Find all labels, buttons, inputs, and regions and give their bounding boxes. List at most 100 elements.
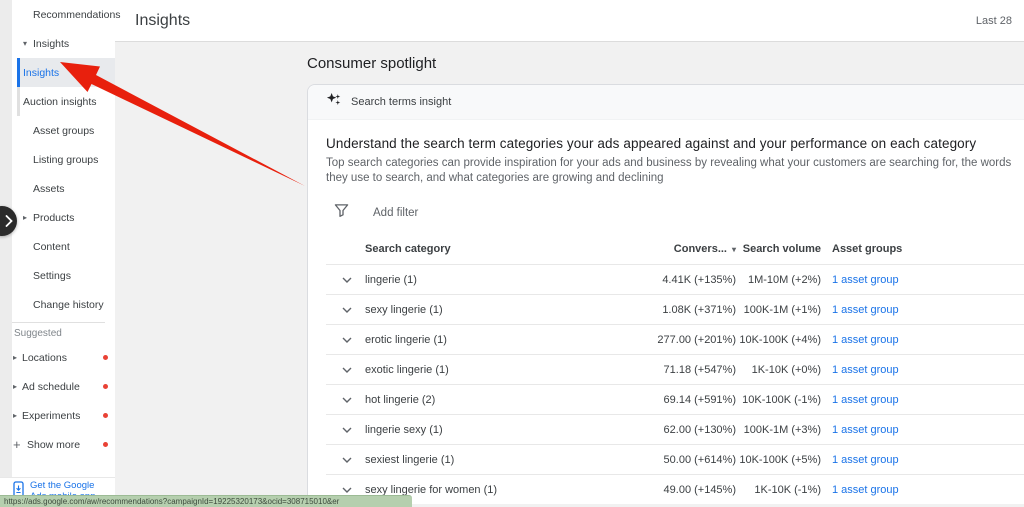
card-description: Top search categories can provide inspir… — [326, 156, 1024, 186]
card-header: Search terms insight — [308, 85, 1024, 120]
chevron-right-icon: ▸ — [13, 411, 22, 420]
expand-row-button[interactable] — [341, 424, 365, 436]
chevron-down-icon — [341, 484, 353, 496]
chevron-right-icon: ▸ — [13, 353, 22, 362]
conversions-cell: 4.41K (+135%) — [635, 274, 736, 286]
conversions-cell: 50.00 (+614%) — [635, 454, 736, 466]
sidebar-item-change-history[interactable]: Change history — [12, 290, 115, 319]
chevron-down-icon — [341, 364, 353, 376]
table-row: hot lingerie (2) 69.14 (+591%) 10K-100K … — [326, 384, 1024, 414]
sidebar-item-label: Auction insights — [23, 96, 97, 108]
search-volume-cell: 10K-100K (-1%) — [736, 394, 821, 406]
sidebar-item-auction-insights[interactable]: Auction insights — [17, 87, 115, 116]
search-category-cell: sexy lingerie (1) — [365, 304, 635, 316]
chevron-right-icon: ▸ — [13, 382, 22, 391]
column-header-search-volume[interactable]: Search volume — [736, 243, 821, 255]
column-header-asset-groups[interactable]: Asset groups — [821, 243, 1024, 255]
expand-row-button[interactable] — [341, 304, 365, 316]
asset-group-link[interactable]: 1 asset group — [832, 364, 899, 376]
sidebar-item-products[interactable]: ▸ Products — [12, 203, 115, 232]
column-header-conversions[interactable]: Convers... ▾ — [635, 243, 736, 255]
search-category-cell: lingerie sexy (1) — [365, 424, 635, 436]
date-range-selector[interactable]: Last 28 — [976, 15, 1012, 27]
search-category-cell: sexiest lingerie (1) — [365, 454, 635, 466]
sidebar-item-label: Content — [33, 241, 70, 253]
chevron-down-icon — [341, 454, 353, 466]
conversions-cell: 277.00 (+201%) — [635, 334, 736, 346]
table-row: sexiest lingerie (1) 50.00 (+614%) 10K-1… — [326, 444, 1024, 474]
navigation-sidebar: Recommendations ▾ Insights Insights Auct… — [12, 0, 115, 507]
chevron-down-icon — [341, 424, 353, 436]
page-header: Insights Last 28 — [115, 0, 1024, 42]
search-volume-cell: 100K-1M (+1%) — [736, 304, 821, 316]
card-badge-label: Search terms insight — [351, 96, 451, 108]
conversions-cell: 69.14 (+591%) — [635, 394, 736, 406]
add-filter-button[interactable]: Add filter — [373, 207, 418, 219]
card-body: Understand the search term categories yo… — [308, 120, 1024, 504]
sidebar-item-assets[interactable]: Assets — [12, 174, 115, 203]
sidebar-item-experiments[interactable]: ▸ Experiments — [12, 401, 115, 430]
sidebar-item-content[interactable]: Content — [12, 232, 115, 261]
notification-dot — [103, 355, 108, 360]
search-volume-cell: 10K-100K (+4%) — [736, 334, 821, 346]
column-header-search-category[interactable]: Search category — [365, 243, 635, 255]
google-ads-app: Recommendations ▾ Insights Insights Auct… — [0, 0, 1024, 507]
filter-bar: Add filter — [326, 200, 1024, 226]
expand-row-button[interactable] — [341, 334, 365, 346]
show-more-button[interactable]: + Show more — [12, 430, 115, 459]
sidebar-item-label: Insights — [23, 67, 59, 79]
expand-row-button[interactable] — [341, 394, 365, 406]
expand-row-button[interactable] — [341, 484, 365, 496]
asset-group-link[interactable]: 1 asset group — [832, 274, 899, 286]
sidebar-item-settings[interactable]: Settings — [12, 261, 115, 290]
sidebar-item-insights[interactable]: Insights — [17, 58, 115, 87]
expand-row-button[interactable] — [341, 274, 365, 286]
search-category-cell: sexy lingerie for women (1) — [365, 484, 635, 496]
card-heading: Understand the search term categories yo… — [326, 136, 1024, 151]
sidebar-item-label: Asset groups — [33, 125, 94, 137]
filter-funnel-icon[interactable] — [334, 203, 349, 223]
table-row: sexy lingerie for women (1) 49.00 (+145%… — [326, 474, 1024, 504]
asset-group-link[interactable]: 1 asset group — [832, 454, 899, 466]
search-volume-cell: 1K-10K (-1%) — [736, 484, 821, 496]
plus-icon: + — [13, 437, 27, 452]
asset-group-link[interactable]: 1 asset group — [832, 304, 899, 316]
content-area: Consumer spotlight Search terms insight … — [115, 42, 1024, 504]
search-category-cell: lingerie (1) — [365, 274, 635, 286]
browser-status-url: https://ads.google.com/aw/recommendation… — [0, 495, 412, 507]
expand-row-button[interactable] — [341, 364, 365, 376]
table-row: sexy lingerie (1) 1.08K (+371%) 100K-1M … — [326, 294, 1024, 324]
sidebar-item-ad-schedule[interactable]: ▸ Ad schedule — [12, 372, 115, 401]
chevron-right-icon: ▸ — [23, 213, 33, 222]
notification-dot — [103, 442, 108, 447]
table-header-row: Search category Convers... ▾ Search volu… — [326, 234, 1024, 264]
sidebar-item-label: Assets — [33, 183, 65, 195]
sidebar-item-recommendations[interactable]: Recommendations — [12, 0, 115, 29]
sidebar-item-label: Insights — [33, 38, 69, 50]
sidebar-item-label: Settings — [33, 270, 71, 282]
chevron-right-icon — [5, 215, 13, 227]
search-terms-insight-card: Search terms insight Understand the sear… — [307, 84, 1024, 504]
chevron-down-icon — [341, 274, 353, 286]
chevron-down-icon — [341, 304, 353, 316]
section-title: Consumer spotlight — [307, 55, 1024, 72]
search-volume-cell: 10K-100K (+5%) — [736, 454, 821, 466]
sidebar-nav: Recommendations ▾ Insights Insights Auct… — [12, 0, 115, 459]
asset-group-link[interactable]: 1 asset group — [832, 394, 899, 406]
sidebar-item-insights-parent[interactable]: ▾ Insights — [12, 29, 115, 58]
table-row: exotic lingerie (1) 71.18 (+547%) 1K-10K… — [326, 354, 1024, 384]
chevron-down-icon — [341, 334, 353, 346]
sidebar-item-label: Locations — [22, 352, 67, 364]
asset-group-link[interactable]: 1 asset group — [832, 484, 899, 496]
expand-row-button[interactable] — [341, 454, 365, 466]
conversions-cell: 49.00 (+145%) — [635, 484, 736, 496]
sidebar-item-locations[interactable]: ▸ Locations — [12, 343, 115, 372]
sidebar-item-asset-groups[interactable]: Asset groups — [12, 116, 115, 145]
search-category-cell: erotic lingerie (1) — [365, 334, 635, 346]
sidebar-item-label: Ad schedule — [22, 381, 80, 393]
table-row: lingerie (1) 4.41K (+135%) 1M-10M (+2%) … — [326, 264, 1024, 294]
table-row: erotic lingerie (1) 277.00 (+201%) 10K-1… — [326, 324, 1024, 354]
asset-group-link[interactable]: 1 asset group — [832, 424, 899, 436]
sidebar-item-listing-groups[interactable]: Listing groups — [12, 145, 115, 174]
asset-group-link[interactable]: 1 asset group — [832, 334, 899, 346]
